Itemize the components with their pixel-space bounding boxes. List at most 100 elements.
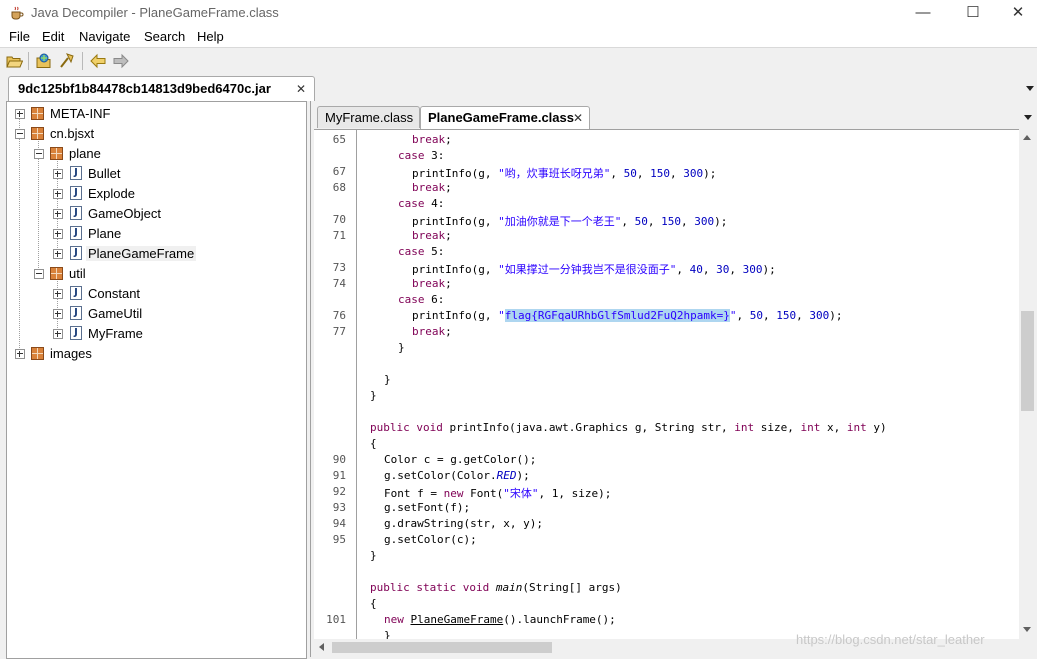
flag-string-selected[interactable]: flag{RGFqaURhbGlfSmlud2FuQ2hpamk=} xyxy=(504,309,730,322)
code-line: new PlaneGameFrame().launchFrame(); xyxy=(384,613,616,626)
expand-icon[interactable] xyxy=(53,289,63,299)
tree-item-plane[interactable]: plane xyxy=(7,144,297,164)
class-file-icon: J xyxy=(70,286,82,300)
tree-item-images[interactable]: images xyxy=(7,344,297,364)
tab-myframe-class[interactable]: MyFrame.class xyxy=(317,106,420,128)
menu-search[interactable]: Search xyxy=(144,29,185,44)
code-text: x, xyxy=(820,421,847,434)
line-number: 90 xyxy=(332,453,346,466)
package-tree: META-INF cn.bjsxt plane J Bullet J Explo… xyxy=(6,101,307,659)
tree-item-cn-bjsxt[interactable]: cn.bjsxt xyxy=(7,124,297,144)
tree-item-explode[interactable]: J Explode xyxy=(7,184,297,204)
line-number: 74 xyxy=(332,277,346,290)
tree-item-gameutil[interactable]: J GameUtil xyxy=(7,304,297,324)
line-number: 67 xyxy=(332,165,346,178)
maximize-button[interactable]: ☐ xyxy=(950,0,996,26)
expand-icon[interactable] xyxy=(53,329,63,339)
expand-icon[interactable] xyxy=(15,109,25,119)
scroll-up-icon[interactable] xyxy=(1023,135,1031,140)
forward-arrow-icon[interactable] xyxy=(112,52,130,70)
tab-list-dropdown-icon[interactable] xyxy=(1026,86,1034,91)
expand-icon[interactable] xyxy=(53,189,63,199)
string-quote: " xyxy=(729,309,737,322)
code-text: , xyxy=(796,309,810,322)
minimize-icon: — xyxy=(915,4,931,21)
class-file-icon: J xyxy=(70,326,82,340)
code-line: Font f = new Font("宋体", 1, size); xyxy=(384,485,611,501)
code-text: ); xyxy=(703,167,717,180)
collapse-icon[interactable] xyxy=(34,149,44,159)
keyword: break xyxy=(412,325,446,338)
menu-file[interactable]: File xyxy=(9,29,30,44)
close-icon[interactable]: ✕ xyxy=(573,111,583,125)
string-literal: "如果撑过一分钟我岂不是很没面子" xyxy=(498,263,677,276)
expand-icon[interactable] xyxy=(53,249,63,259)
back-arrow-icon[interactable] xyxy=(89,52,107,70)
tree-item-meta-inf[interactable]: META-INF xyxy=(7,104,297,124)
string-literal: "加油你就是下一个老王" xyxy=(498,215,622,228)
menu-edit[interactable]: Edit xyxy=(42,29,64,44)
scrollbar-thumb[interactable] xyxy=(1021,311,1034,411)
class-file-icon: J xyxy=(70,206,82,220)
class-link[interactable]: PlaneGameFrame xyxy=(411,613,504,626)
close-window-button[interactable]: ✕ xyxy=(995,0,1037,26)
tree-item-label: Explode xyxy=(88,186,135,201)
string-literal: "哟，炊事班长呀兄弟" xyxy=(498,167,611,180)
code-text: y) xyxy=(866,421,887,434)
archive-tab[interactable]: 9dc125bf1b84478cb14813d9bed6470c.jar ✕ xyxy=(8,76,315,101)
expand-icon[interactable] xyxy=(53,169,63,179)
keyword: break xyxy=(412,229,446,242)
code-line: g.setColor(c); xyxy=(384,533,477,546)
expand-icon[interactable] xyxy=(53,229,63,239)
code-view[interactable]: 65 67 68 70 71 73 74 76 77 90 91 92 93 9… xyxy=(314,129,1019,640)
keyword: case xyxy=(398,197,425,210)
tree-item-util[interactable]: util xyxy=(7,264,297,284)
keyword: break xyxy=(412,133,446,146)
code-number: 40 xyxy=(689,263,703,276)
expand-icon[interactable] xyxy=(53,209,63,219)
class-file-icon: J xyxy=(70,226,82,240)
tree-item-constant[interactable]: J Constant xyxy=(7,284,297,304)
scroll-down-icon[interactable] xyxy=(1023,627,1031,632)
close-icon[interactable]: ✕ xyxy=(296,82,306,96)
code-line: { xyxy=(370,597,377,610)
tab-list-dropdown-icon[interactable] xyxy=(1024,115,1032,120)
keyword: public xyxy=(370,421,410,434)
maximize-icon: ☐ xyxy=(966,4,980,21)
scrollbar-thumb[interactable] xyxy=(332,642,552,653)
watermark: https://blog.csdn.net/star_leather xyxy=(796,632,985,647)
expand-icon[interactable] xyxy=(15,349,25,359)
vertical-scrollbar[interactable] xyxy=(1019,129,1036,639)
expand-icon[interactable] xyxy=(53,309,63,319)
menu-help[interactable]: Help xyxy=(197,29,224,44)
code-number: 300 xyxy=(683,167,704,180)
code-text: , xyxy=(610,167,624,180)
tree-item-plane-class[interactable]: J Plane xyxy=(7,224,297,244)
collapse-icon[interactable] xyxy=(15,129,25,139)
tree-item-bullet[interactable]: J Bullet xyxy=(7,164,297,184)
code-number: 30 xyxy=(716,263,730,276)
keyword: void xyxy=(462,581,490,594)
search-icon[interactable] xyxy=(58,52,76,70)
code-number: 3 xyxy=(431,149,438,162)
tree-item-myframe[interactable]: J MyFrame xyxy=(7,324,297,344)
collapse-icon[interactable] xyxy=(34,269,44,279)
code-text: , xyxy=(647,215,662,228)
tree-item-planegameframe[interactable]: J PlaneGameFrame xyxy=(7,244,297,264)
tree-item-label: GameUtil xyxy=(88,306,143,321)
open-type-icon[interactable] xyxy=(35,52,53,70)
class-file-icon: J xyxy=(70,166,82,180)
tree-item-label: Constant xyxy=(88,286,141,301)
menu-navigate[interactable]: Navigate xyxy=(79,29,130,44)
keyword: case xyxy=(398,293,425,306)
tab-label: PlaneGameFrame.class xyxy=(428,110,574,125)
tree-item-gameobject[interactable]: J GameObject xyxy=(7,204,297,224)
code-text: ); xyxy=(829,309,843,322)
scroll-left-icon[interactable] xyxy=(319,643,324,651)
code-line: } xyxy=(370,549,377,562)
minimize-button[interactable]: — xyxy=(900,0,946,26)
code-text: , 1, size); xyxy=(538,487,612,500)
code-number: 300 xyxy=(809,309,830,322)
tab-planegameframe-class[interactable]: PlaneGameFrame.class ✕ xyxy=(420,106,590,129)
open-file-icon[interactable] xyxy=(5,52,23,70)
